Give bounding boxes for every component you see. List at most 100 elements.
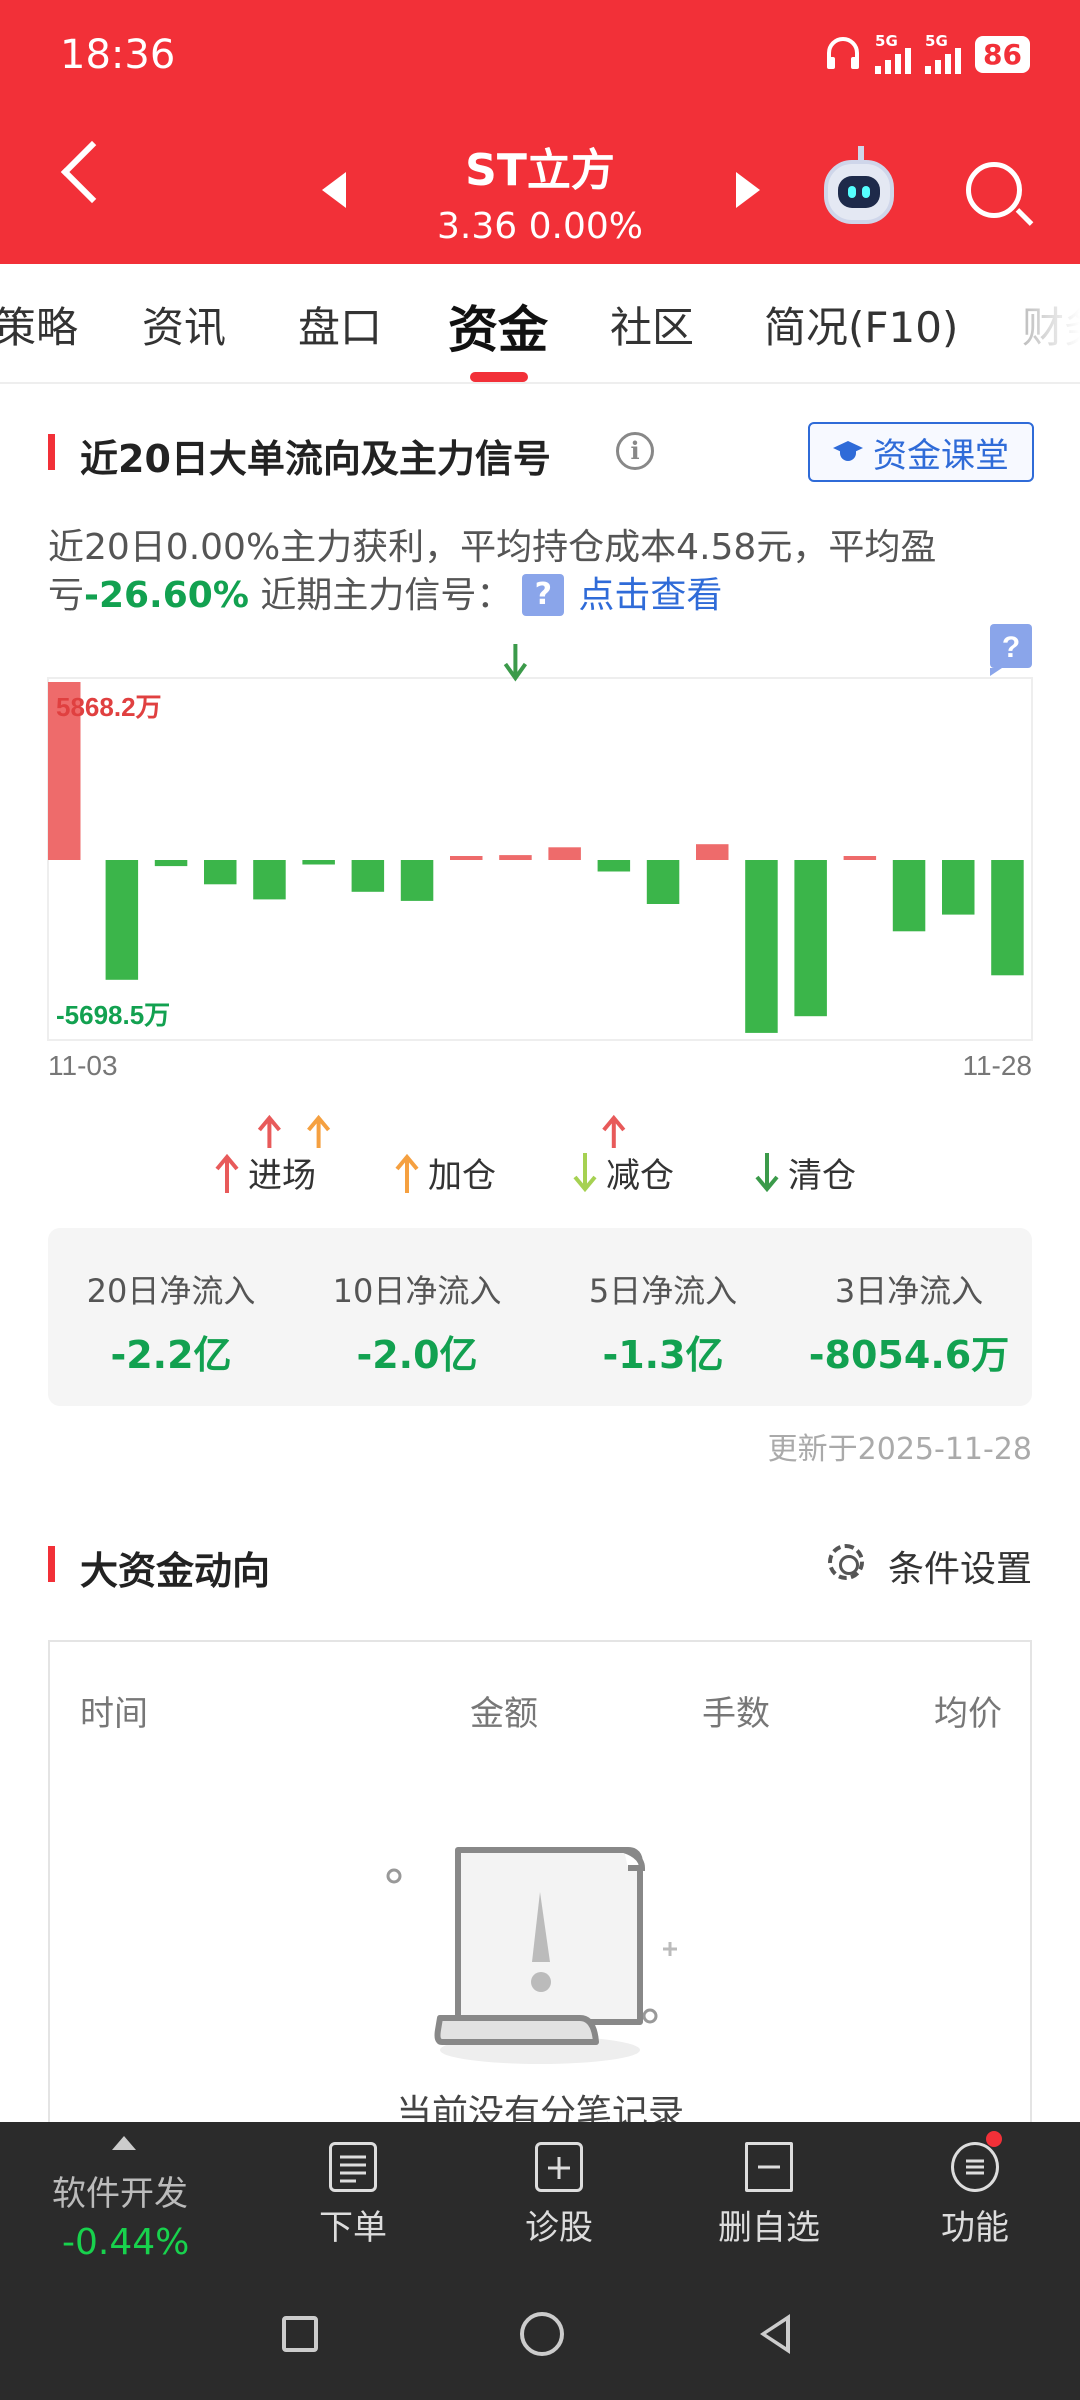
net-flow-20d: 20日净流入 -2.2亿 [86, 1272, 256, 1377]
chart-bar [253, 860, 286, 900]
tab-quote[interactable]: 盘口 [298, 294, 382, 355]
chart-bar [204, 860, 237, 885]
chart-bar [942, 860, 975, 915]
question-icon: ? [522, 574, 565, 616]
tab-funds[interactable]: 资金 [448, 290, 548, 362]
menu-icon [951, 2131, 1002, 2192]
chart-bar [745, 860, 778, 1033]
tab-community[interactable]: 社区 [610, 294, 694, 355]
expand-up-icon[interactable] [112, 2136, 136, 2150]
max-label: 5868.2万 [56, 692, 162, 722]
bottom-toolbar: 软件开发 -0.44% 下单 诊股 删自选 功能 [0, 2122, 1080, 2274]
stock-name: ST立方 [465, 145, 615, 196]
chart-bar [794, 860, 827, 1017]
chart-bar [843, 856, 877, 860]
search-icon[interactable] [966, 162, 1022, 218]
diagnose-icon [535, 2142, 583, 2192]
net-flow-5d: 5日净流入 -1.3亿 [588, 1272, 738, 1377]
remove-watchlist-button[interactable]: 删自选 [694, 2142, 844, 2249]
signal-icon: 5G [925, 32, 962, 74]
funds-class-label: 资金课堂 [873, 435, 1009, 476]
chart-frame [47, 677, 1033, 1041]
chart-bar [991, 860, 1024, 976]
info-icon[interactable]: i [616, 432, 654, 470]
system-back-button[interactable] [760, 2314, 790, 2354]
functions-button[interactable]: 功能 [900, 2131, 1050, 2249]
graduation-cap-icon [833, 441, 863, 463]
add-signal-arrow [307, 1114, 331, 1148]
stock-price: 3.36 0.00% [437, 206, 643, 247]
empty-scroll-icon [386, 1847, 677, 2064]
robot-assistant-icon[interactable] [824, 146, 894, 224]
notification-dot [986, 2131, 1002, 2147]
recent-apps-button[interactable] [282, 2316, 318, 2352]
legend-enter: 进场 [214, 1148, 316, 1197]
big-money-title: 大资金动向 [48, 1540, 270, 1595]
tab-fade [1020, 264, 1080, 382]
view-signal-link[interactable]: 点击查看 [578, 575, 722, 616]
tab-bar: 策略 资讯 盘口 资金 社区 简况(F10) 财务 [0, 264, 1080, 384]
home-button[interactable] [520, 2312, 564, 2356]
flow-section-title: 近20日大单流向及主力信号 [48, 428, 551, 483]
chart-bar [400, 860, 434, 901]
headphones-icon [827, 37, 860, 69]
column-amount: 金额 [470, 1694, 538, 1734]
column-time: 时间 [80, 1694, 148, 1734]
net-flow-summary: 20日净流入 -2.2亿 10日净流入 -2.0亿 5日净流入 -1.3亿 3日… [48, 1228, 1032, 1406]
tab-strategy[interactable]: 策略 [0, 294, 78, 355]
help-icon: ? [990, 624, 1032, 676]
order-button[interactable]: 下单 [278, 2142, 428, 2249]
diagnose-button[interactable]: 诊股 [484, 2142, 634, 2249]
tab-news[interactable]: 资讯 [142, 294, 226, 355]
legend-add: 加仓 [394, 1148, 496, 1197]
chart-bar [597, 860, 631, 872]
gear-icon[interactable] [828, 1544, 864, 1580]
header: 18:36 5G 5G 86 ST立方 3.36 0.00% [0, 0, 1080, 264]
enter-signal-arrow [602, 1114, 626, 1148]
flow-bar-chart: 5868.2万 -5698.5万 11-03 11-28 ? [47, 624, 1033, 1148]
system-nav-bar [0, 2274, 1080, 2400]
tab-profile[interactable]: 简况(F10) [764, 294, 958, 355]
chart-bar [499, 855, 532, 860]
sector-name[interactable]: 软件开发 [52, 2166, 188, 2215]
avg-profit-percent: -26.60% [84, 575, 249, 616]
order-icon [329, 2142, 377, 2192]
arrow-up-orange-icon [395, 1153, 419, 1193]
chart-bar [548, 847, 581, 860]
status-time: 18:36 [60, 32, 176, 78]
column-lots: 手数 [702, 1694, 770, 1734]
chart-bar [892, 860, 926, 932]
chart-bar [302, 860, 335, 865]
net-flow-3d: 3日净流入 -8054.6万 [808, 1272, 1010, 1377]
condition-settings-button[interactable]: 条件设置 [888, 1540, 1032, 1592]
flow-description: 近20日0.00%主力获利，平均持仓成本4.58元，平均盈亏-26.60% 近期… [48, 527, 937, 616]
net-flow-10d: 10日净流入 -2.0亿 [332, 1272, 502, 1377]
x-start-label: 11-03 [48, 1050, 118, 1081]
chart-bar [696, 844, 729, 860]
legend-clear: 清仓 [754, 1148, 856, 1197]
x-end-label: 11-28 [962, 1050, 1032, 1081]
updated-time: 更新于2025-11-28 [767, 1432, 1032, 1467]
app-screen: 18:36 5G 5G 86 ST立方 3.36 0.00% 策略 资讯 盘口 … [0, 0, 1080, 2400]
enter-signal-arrow [257, 1114, 281, 1148]
status-icons: 5G 5G 86 [825, 32, 1030, 74]
column-avg-price: 均价 [934, 1694, 1002, 1734]
funds-class-button[interactable]: 资金课堂 [808, 422, 1034, 482]
chart-bar [450, 856, 483, 860]
chart-bar [154, 860, 188, 867]
arrow-down-green-icon [755, 1152, 779, 1192]
clear-signal-arrow [503, 644, 528, 682]
svg-text:?: ? [1002, 631, 1020, 664]
signal-icon: 5G [875, 32, 912, 74]
chart-bar [646, 860, 680, 904]
sector-change: -0.44% [62, 2222, 190, 2263]
chart-bar [351, 860, 385, 892]
next-stock-button[interactable] [736, 172, 760, 208]
remove-icon [745, 2142, 793, 2192]
arrow-down-lightgreen-icon [573, 1152, 597, 1192]
chart-bar [105, 860, 139, 980]
arrow-up-red-icon [215, 1153, 239, 1193]
active-tab-indicator [470, 372, 528, 382]
legend-reduce: 减仓 [572, 1148, 674, 1197]
min-label: -5698.5万 [56, 1000, 170, 1030]
